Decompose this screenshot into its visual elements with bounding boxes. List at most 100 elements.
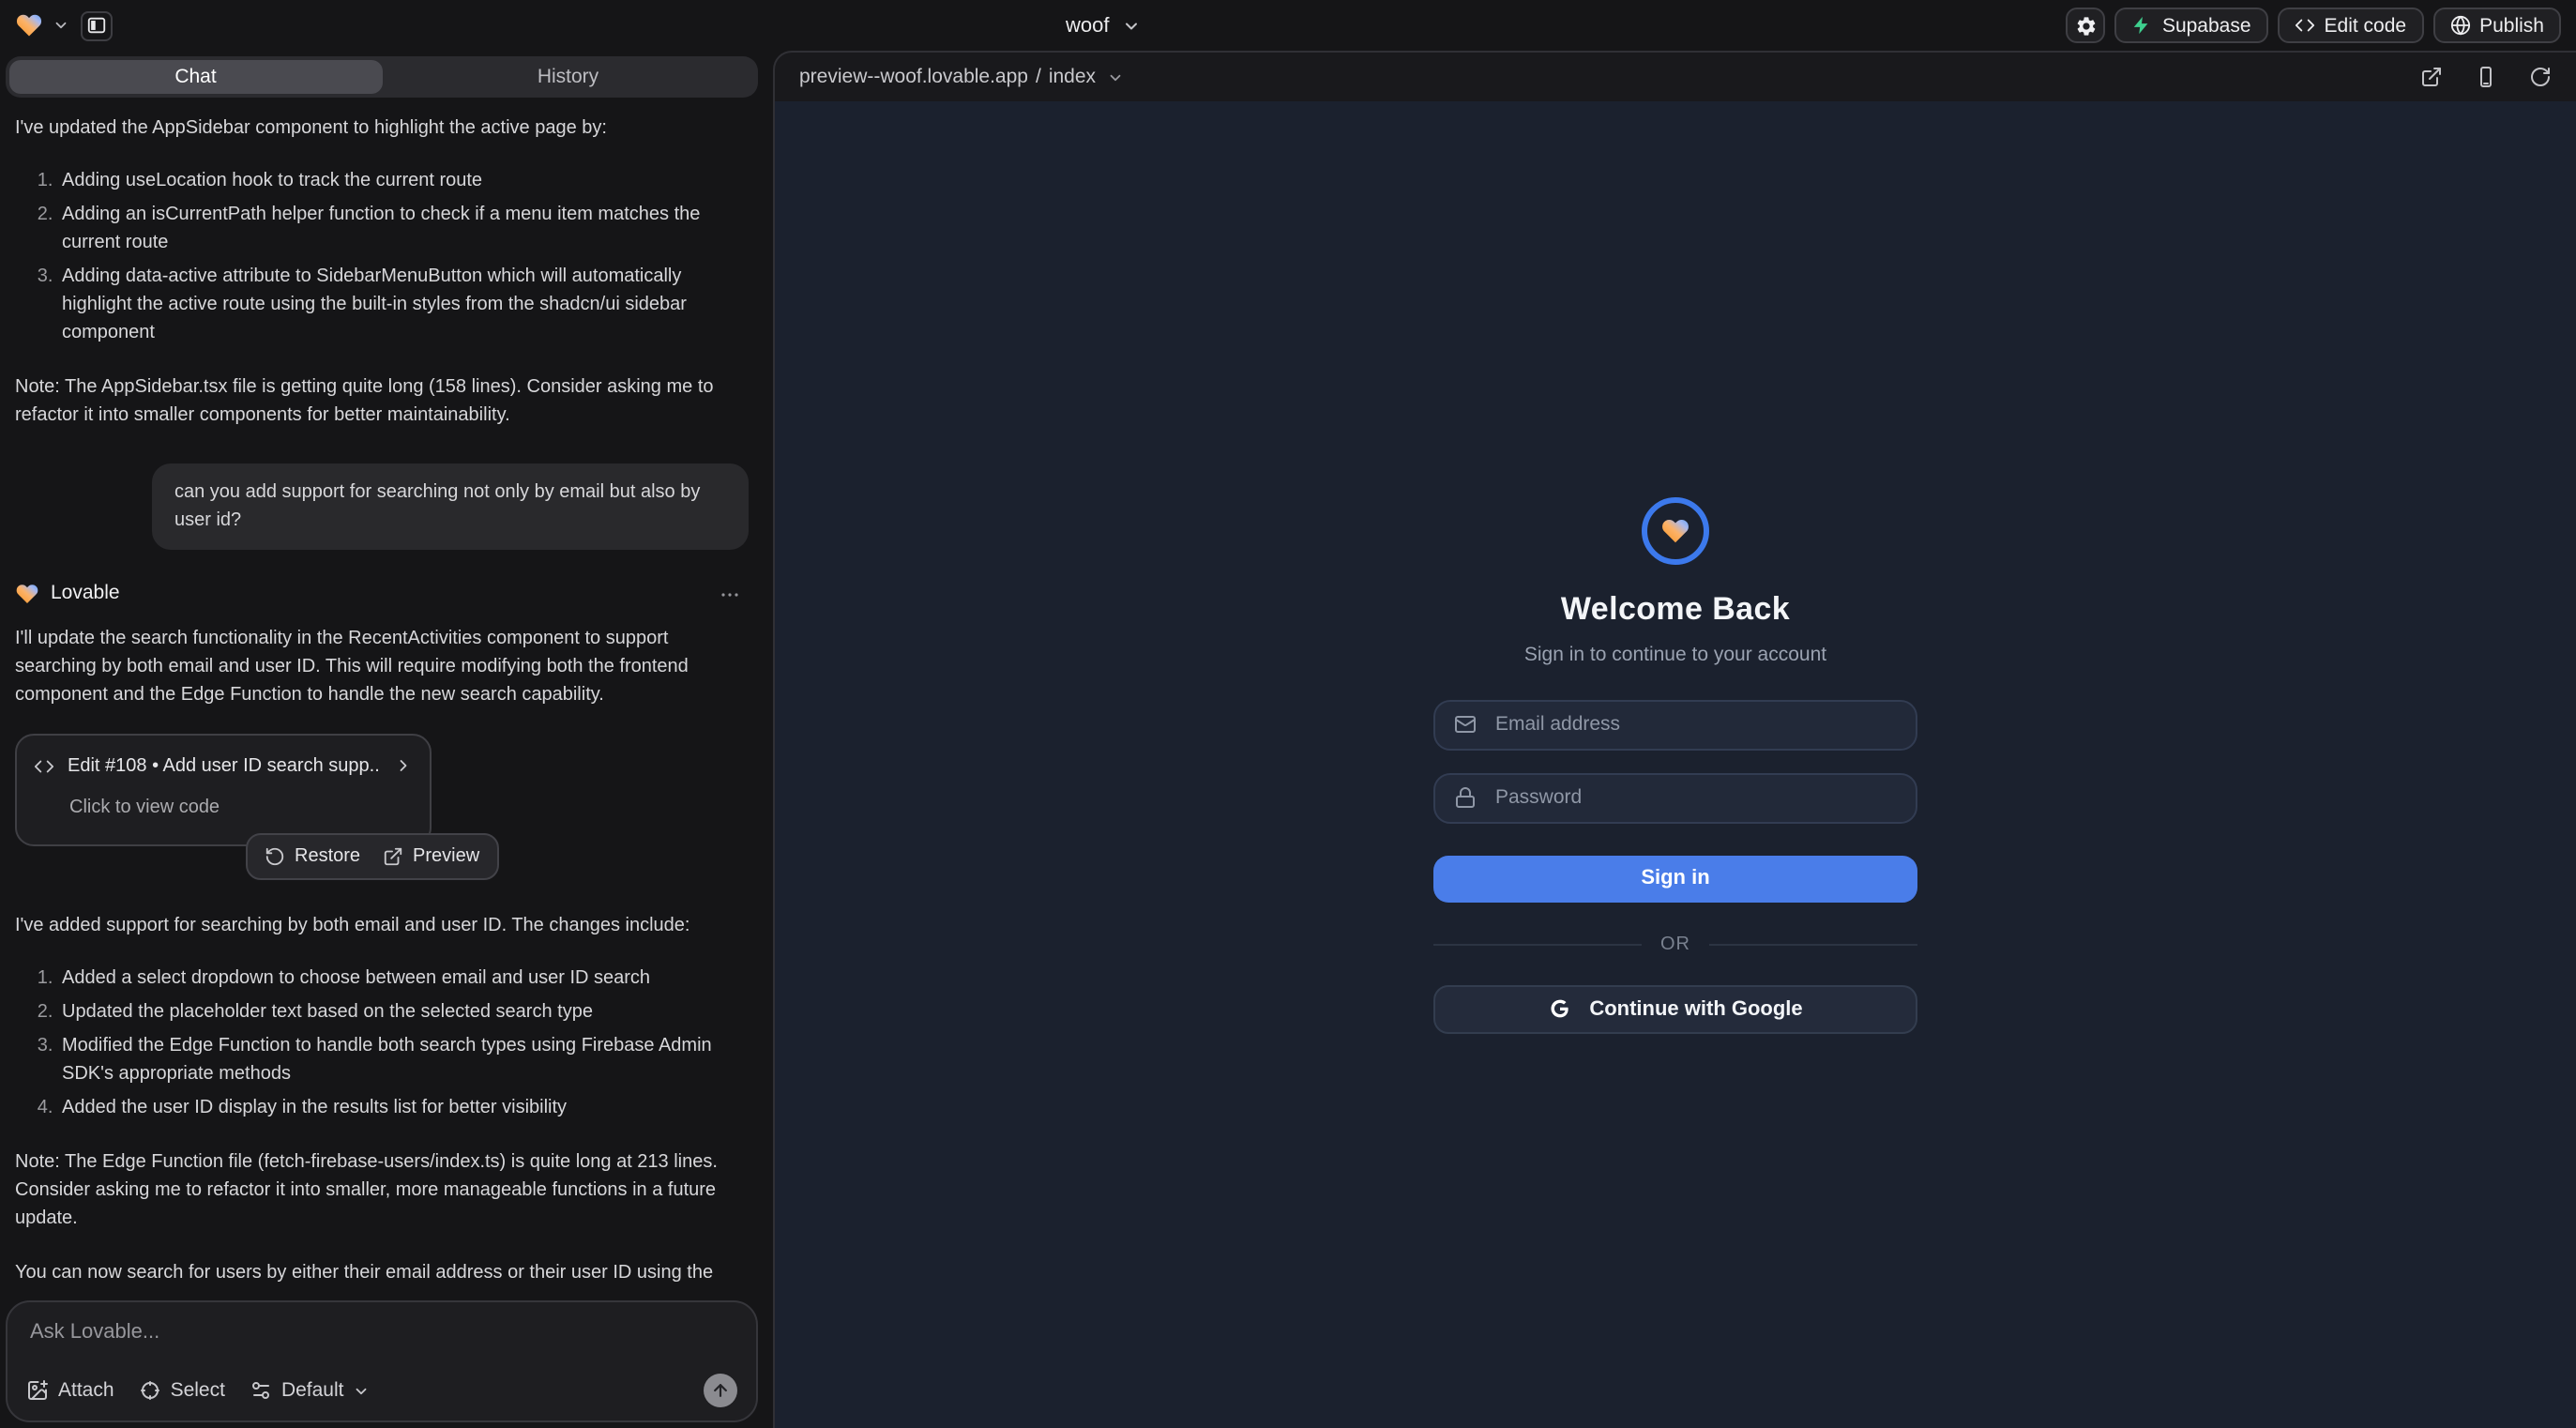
assistant-name: Lovable: [51, 580, 120, 610]
edit-block: Edit #108 • Add user ID search supp... C…: [15, 734, 749, 880]
chevron-down-icon[interactable]: [53, 17, 69, 34]
edit-card-title: Edit #108 • Add user ID search supp...: [68, 752, 381, 781]
preview-page: index: [1049, 66, 1096, 88]
globe-icon: [2449, 15, 2470, 36]
password-field[interactable]: [1433, 772, 1917, 823]
lovable-heart-icon: [15, 583, 39, 607]
edit-actions-toolbar: Restore Preview: [246, 833, 498, 880]
signin-subtitle: Sign in to continue to your account: [1524, 643, 1826, 665]
assistant-paragraph: I'll update the search functionality in …: [15, 625, 749, 709]
send-button[interactable]: [704, 1374, 737, 1407]
composer[interactable]: Attach Select Default: [6, 1300, 758, 1422]
list-item: Updated the placeholder text based on th…: [58, 998, 749, 1026]
assistant-paragraph: I've added support for searching by both…: [15, 912, 749, 940]
arrow-up-icon: [711, 1381, 730, 1400]
composer-actions: Attach Select Default: [26, 1374, 737, 1407]
top-bar: woof Supabase Edit code: [0, 0, 2576, 51]
project-switcher[interactable]: woof: [1066, 0, 1142, 51]
user-message-bubble: can you add support for searching not on…: [152, 463, 749, 550]
chat-history-tabs: Chat History: [6, 56, 758, 98]
url-separator: /: [1036, 66, 1041, 88]
assistant-header: Lovable: [15, 580, 749, 610]
edit-code-button[interactable]: Edit code: [2278, 8, 2424, 43]
chevron-down-icon: [1107, 68, 1124, 85]
settings-sliders-icon: [250, 1379, 272, 1402]
assistant-note: Note: The Edge Function file (fetch-fire…: [15, 1148, 749, 1233]
mode-select[interactable]: Default: [250, 1379, 371, 1402]
email-input[interactable]: [1492, 711, 1897, 737]
logo-menu[interactable]: [15, 11, 69, 39]
tab-history[interactable]: History: [382, 60, 754, 94]
or-label: OR: [1660, 934, 1690, 954]
or-divider: OR: [1433, 934, 1917, 954]
edit-code-label: Edit code: [2325, 14, 2407, 37]
preview-label: Preview: [413, 843, 479, 871]
tab-chat[interactable]: Chat: [9, 60, 382, 94]
preview-button[interactable]: Preview: [383, 843, 479, 871]
attach-button[interactable]: Attach: [26, 1379, 114, 1402]
assistant-list: Added a select dropdown to choose betwee…: [15, 965, 749, 1122]
mail-icon: [1454, 713, 1477, 736]
supabase-button[interactable]: Supabase: [2115, 8, 2268, 43]
supabase-bolt-icon: [2132, 15, 2153, 36]
gear-icon: [2075, 14, 2098, 37]
chevron-down-icon[interactable]: [1123, 16, 1142, 35]
edit-card-subtitle[interactable]: Click to view code: [69, 794, 413, 822]
panel-left-icon: [86, 15, 107, 36]
publish-label: Publish: [2479, 14, 2544, 37]
list-item: Added the user ID display in the results…: [58, 1094, 749, 1122]
attach-label: Attach: [58, 1379, 114, 1402]
preview-pane: preview--woof.lovable.app / index: [773, 51, 2576, 1428]
assistant-paragraph: I've updated the AppSidebar component to…: [15, 114, 749, 143]
chevron-down-icon: [354, 1382, 371, 1399]
chat-sidebar: Chat History I've updated the AppSidebar…: [0, 51, 764, 1428]
open-in-new-tab-icon[interactable]: [2420, 66, 2443, 88]
preview-app-content: Welcome Back Sign in to continue to your…: [775, 101, 2576, 1428]
project-name[interactable]: woof: [1066, 14, 1110, 37]
password-input[interactable]: [1492, 784, 1897, 811]
google-signin-button[interactable]: Continue with Google: [1433, 984, 1917, 1033]
chat-messages[interactable]: I've updated the AppSidebar component to…: [6, 98, 758, 1289]
more-options-icon[interactable]: [719, 584, 741, 606]
app-logo: [1642, 496, 1709, 564]
list-item: Added a select dropdown to choose betwee…: [58, 965, 749, 993]
signin-card: Welcome Back Sign in to continue to your…: [1433, 496, 1917, 1033]
lovable-heart-logo-icon[interactable]: [15, 11, 43, 39]
google-g-icon: [1548, 996, 1572, 1021]
crosshair-icon: [139, 1379, 161, 1402]
list-item: Adding useLocation hook to track the cur…: [58, 167, 749, 195]
restore-button[interactable]: Restore: [265, 843, 360, 871]
lock-icon: [1454, 786, 1477, 809]
chevron-right-icon[interactable]: [394, 757, 413, 776]
signin-title: Welcome Back: [1561, 590, 1790, 628]
assistant-paragraph: You can now search for users by either t…: [15, 1259, 749, 1290]
top-bar-actions: Supabase Edit code Publish: [2067, 8, 2561, 43]
google-label: Continue with Google: [1589, 997, 1802, 1020]
mode-label: Default: [281, 1379, 344, 1402]
code-icon: [2295, 15, 2315, 36]
supabase-label: Supabase: [2162, 14, 2251, 37]
select-button[interactable]: Select: [139, 1379, 225, 1402]
email-field[interactable]: [1433, 699, 1917, 750]
preview-url: preview--woof.lovable.app: [799, 66, 1028, 88]
restore-icon: [265, 846, 285, 867]
external-link-icon: [383, 846, 403, 867]
toggle-sidebar-button[interactable]: [81, 10, 113, 40]
heart-icon: [1660, 515, 1690, 545]
preview-toolbar: [2420, 66, 2552, 88]
mobile-view-icon[interactable]: [2475, 66, 2497, 88]
preview-url-bar: preview--woof.lovable.app / index: [775, 53, 2576, 101]
list-item: Modified the Edge Function to handle bot…: [58, 1032, 749, 1088]
preview-url-dropdown[interactable]: preview--woof.lovable.app / index: [799, 66, 1124, 88]
list-item: Adding an isCurrentPath helper function …: [58, 201, 749, 257]
restore-label: Restore: [295, 843, 360, 871]
publish-button[interactable]: Publish: [2432, 8, 2561, 43]
signin-button[interactable]: Sign in: [1433, 855, 1917, 902]
edit-card[interactable]: Edit #108 • Add user ID search supp... C…: [15, 734, 432, 846]
chat-input[interactable]: [26, 1317, 741, 1344]
refresh-icon[interactable]: [2529, 66, 2552, 88]
settings-button[interactable]: [2067, 8, 2106, 43]
code-xml-icon: [34, 756, 54, 777]
image-plus-icon: [26, 1379, 49, 1402]
assistant-note: Note: The AppSidebar.tsx file is getting…: [15, 373, 749, 430]
